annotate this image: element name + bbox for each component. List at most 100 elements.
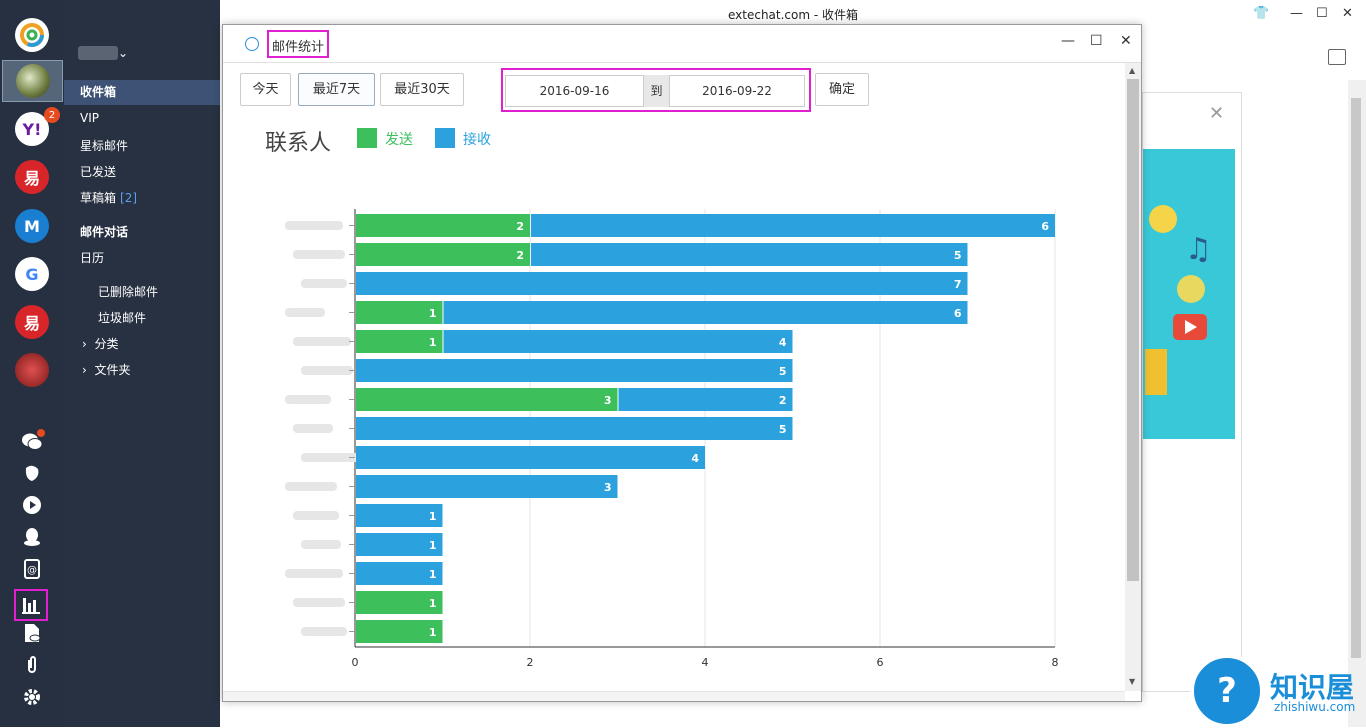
data-label: 2 [516, 249, 524, 262]
start-date-field[interactable]: 2016-09-16 [505, 75, 644, 107]
sent-bar[interactable] [356, 214, 530, 237]
data-label: 2 [779, 394, 787, 407]
x-tick-label: 4 [702, 656, 709, 669]
maximize-icon[interactable]: ☐ [1090, 33, 1103, 49]
folder-folders[interactable]: › 文件夹 [82, 361, 130, 378]
account-mail-icon[interactable]: M [15, 209, 49, 243]
close-icon[interactable]: ✕ [1342, 6, 1353, 21]
received-bar[interactable] [531, 243, 968, 266]
x-tick-label: 2 [527, 656, 534, 669]
sent-bar[interactable] [356, 243, 530, 266]
close-icon[interactable]: ✕ [1209, 103, 1224, 124]
minimize-icon[interactable]: — [1061, 33, 1075, 49]
received-bar[interactable] [618, 388, 793, 411]
legend-label-sent[interactable]: 发送 [385, 129, 413, 149]
minimize-icon[interactable]: — [1290, 6, 1303, 21]
contact-bar-chart: 0 2 4 6 8 2 6 2 5 7 1 6 1 4 5 3 2 5 4 3 1 1 1 1 1 [285, 209, 1059, 669]
received-bar[interactable] [531, 214, 1055, 237]
received-bar[interactable] [356, 417, 793, 440]
scrollbar-thumb[interactable] [1351, 98, 1361, 658]
dialog-vertical-scrollbar[interactable]: ▲ ▼ [1125, 63, 1141, 691]
folder-drafts[interactable]: 草稿箱 [2] [80, 189, 137, 206]
cloud-file-icon[interactable] [20, 621, 44, 645]
account-selected-avatar[interactable] [2, 60, 63, 102]
scroll-down-arrow-icon[interactable]: ▼ [1129, 677, 1135, 686]
data-label: 1 [429, 626, 437, 639]
account-netease-163-icon[interactable]: 易 [15, 160, 49, 194]
account-netease-126-icon[interactable]: 易 [15, 305, 49, 339]
contact-name-redacted [301, 366, 353, 375]
received-bar[interactable] [356, 272, 968, 295]
folder-inbox[interactable]: 收件箱 [64, 80, 220, 105]
data-label: 4 [779, 336, 787, 349]
chart-title: 联系人 [265, 131, 332, 156]
data-label: 3 [604, 394, 612, 407]
data-label: 1 [429, 539, 437, 552]
play-icon[interactable] [20, 493, 44, 517]
folder-calendar[interactable]: 日历 [80, 249, 104, 266]
contact-name-redacted [293, 424, 333, 433]
folder-vip[interactable]: VIP [80, 111, 99, 125]
x-tick-label: 6 [877, 656, 884, 669]
received-bar[interactable] [356, 359, 793, 382]
evernote-icon[interactable] [20, 461, 44, 485]
notification-dot [37, 429, 45, 437]
inbox-tray-icon[interactable] [1328, 49, 1346, 65]
data-label: 5 [779, 365, 787, 378]
folder-categories[interactable]: › 分类 [82, 335, 118, 352]
dialog-titlebar: 邮件统计 — ☐ ✕ [223, 25, 1141, 63]
close-icon[interactable]: ✕ [1120, 33, 1132, 49]
drafts-count: [2] [120, 191, 138, 205]
chevron-right-icon: › [82, 337, 87, 351]
received-bar[interactable] [356, 446, 705, 469]
folder-starred[interactable]: 星标邮件 [80, 137, 128, 154]
account-flower-avatar[interactable] [15, 353, 49, 387]
contact-name-redacted [285, 569, 343, 578]
today-button[interactable]: 今天 [240, 73, 291, 106]
dialog-title: 邮件统计 [267, 30, 330, 58]
chevron-down-icon[interactable]: ⌄ [118, 46, 128, 60]
skin-icon[interactable]: 👕 [1253, 6, 1269, 21]
folder-conversations[interactable]: 邮件对话 [80, 223, 128, 240]
end-date-field[interactable]: 2016-09-22 [669, 75, 805, 107]
svg-text:♫: ♫ [1185, 232, 1212, 267]
data-label: 6 [1041, 220, 1049, 233]
attachment-icon[interactable] [20, 653, 44, 677]
mail-statistics-icon[interactable] [14, 589, 48, 621]
vertical-scrollbar[interactable] [1348, 80, 1366, 727]
legend-label-received[interactable]: 接收 [463, 129, 491, 149]
folder-categories-label: 分类 [94, 337, 119, 351]
last-30-days-button[interactable]: 最近30天 [380, 73, 464, 106]
contact-name-redacted [301, 627, 347, 636]
contact-name-redacted [285, 395, 331, 404]
folder-junk[interactable]: 垃圾邮件 [98, 309, 146, 326]
qq-icon[interactable] [20, 525, 44, 549]
contact-name-redacted [301, 279, 347, 288]
dialog-horizontal-scrollbar[interactable] [223, 691, 1125, 701]
sent-bar[interactable] [356, 388, 618, 411]
legend-swatch-sent [357, 128, 377, 148]
last-7-days-button[interactable]: 最近7天 [298, 73, 375, 106]
folder-sent[interactable]: 已发送 [80, 163, 116, 180]
contact-name-redacted [285, 482, 337, 491]
settings-icon[interactable] [20, 685, 44, 709]
contact-name-redacted [285, 308, 325, 317]
contact-name-redacted [293, 337, 351, 346]
contact-name-redacted [293, 250, 345, 259]
maximize-icon[interactable]: ☐ [1316, 6, 1328, 21]
account-aol-icon[interactable] [15, 18, 49, 52]
received-bar[interactable] [443, 330, 793, 353]
received-bar[interactable] [356, 475, 618, 498]
watermark-logo-icon: ? [1190, 654, 1264, 728]
confirm-button[interactable]: 确定 [815, 73, 869, 106]
scroll-up-arrow-icon[interactable]: ▲ [1129, 66, 1135, 75]
received-bar[interactable] [443, 301, 968, 324]
contacts-icon[interactable]: @ [20, 557, 44, 581]
statistics-icon [245, 37, 259, 51]
x-tick-label: 0 [352, 656, 359, 669]
folder-deleted[interactable]: 已删除邮件 [98, 283, 158, 300]
watermark-url: zhishiwu.com [1274, 700, 1356, 714]
account-google-icon[interactable]: G [15, 257, 49, 291]
scrollbar-thumb[interactable] [1127, 79, 1139, 581]
svg-text:@: @ [27, 565, 37, 576]
